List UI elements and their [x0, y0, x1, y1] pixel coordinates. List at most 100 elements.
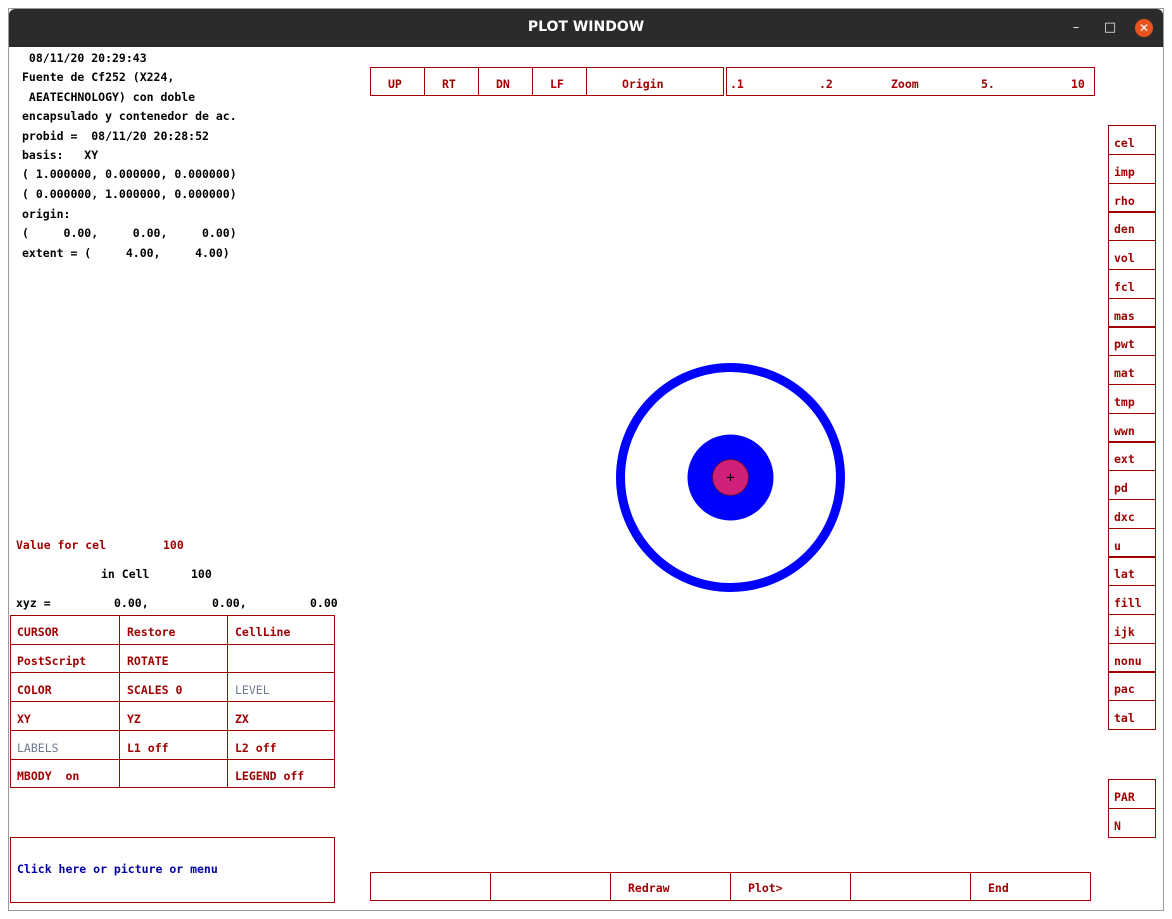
info-timestamp: 08/11/20 20:29:43 [22, 51, 147, 65]
empty-menu-cell-2[interactable] [119, 759, 228, 788]
side-button-lat[interactable]: lat [1108, 556, 1156, 587]
bottom-empty-button-2[interactable] [490, 872, 611, 901]
zoom-value-5: 5. [981, 77, 995, 91]
end-button[interactable]: End [970, 872, 1091, 901]
info-origin-label: origin: [22, 207, 71, 221]
side-button-imp[interactable]: imp [1108, 153, 1156, 184]
pan-right-button[interactable]: RT [424, 67, 479, 96]
side-button-vol[interactable]: vol [1108, 240, 1156, 270]
color-button-label: COLOR [17, 683, 52, 697]
info-origin-value: ( 0.00, 0.00, 0.00) [22, 226, 237, 240]
maximize-icon[interactable]: □ [1101, 19, 1119, 37]
scales-button-label: SCALES 0 [127, 683, 183, 697]
pan-right-label: RT [442, 77, 456, 91]
zoom-value-0-1: .1 [730, 77, 744, 91]
yz-button[interactable]: YZ [119, 701, 228, 731]
cellline-button[interactable]: CellLine [227, 615, 335, 645]
bottom-empty-button-3[interactable] [850, 872, 971, 901]
mbody-button-label: MBODY on [17, 769, 80, 783]
side-button-den[interactable]: den [1108, 211, 1156, 242]
in-cell-number: 100 [191, 567, 212, 581]
zoom-value-10: 10 [1071, 77, 1085, 91]
zoom-bar[interactable]: .1 .2 Zoom 5. 10 [726, 67, 1095, 96]
side-button-nonu[interactable]: nonu [1108, 642, 1156, 673]
side-button-label: lat [1114, 567, 1135, 582]
l2-button[interactable]: L2 off [227, 730, 335, 760]
restore-button[interactable]: Restore [119, 615, 228, 645]
color-button[interactable]: COLOR [10, 672, 120, 702]
side-button-par[interactable]: PAR [1108, 779, 1156, 809]
pan-left-label: LF [550, 77, 564, 91]
mbody-button[interactable]: MBODY on [10, 759, 120, 788]
pan-up-button[interactable]: UP [370, 67, 425, 96]
side-button-pd[interactable]: pd [1108, 470, 1156, 500]
zoom-value-0-2: .2 [819, 77, 833, 91]
l2-button-label: L2 off [235, 741, 277, 755]
side-button-pwt[interactable]: pwt [1108, 326, 1156, 357]
legend-button-label: LEGEND off [235, 769, 305, 783]
labels-button[interactable]: LABELS [10, 730, 120, 760]
value-number: 100 [163, 538, 184, 552]
side-button-tal[interactable]: tal [1108, 700, 1156, 730]
side-button-label: tal [1114, 711, 1135, 725]
l1-button[interactable]: L1 off [119, 730, 228, 760]
side-button-label: den [1114, 222, 1135, 237]
side-button-dxc[interactable]: dxc [1108, 498, 1156, 529]
legend-button[interactable]: LEGEND off [227, 759, 335, 788]
zx-button[interactable]: ZX [227, 701, 335, 731]
crosshair-icon: + [726, 470, 734, 486]
in-cell-label: in Cell [101, 567, 150, 581]
side-button-n[interactable]: N [1108, 808, 1156, 838]
side-button-ext[interactable]: ext [1108, 441, 1156, 472]
pan-down-label: DN [496, 77, 510, 91]
redraw-button[interactable]: Redraw [610, 872, 731, 901]
side-button-label: tmp [1114, 394, 1135, 409]
cursor-button[interactable]: CURSOR [10, 615, 120, 645]
bottom-empty-button-1[interactable] [370, 872, 491, 901]
side-button-label: fill [1114, 596, 1142, 610]
yz-button-label: YZ [127, 712, 141, 726]
pan-left-button[interactable]: LF [532, 67, 587, 96]
side-button-tmp[interactable]: tmp [1108, 383, 1156, 414]
geometry-plot[interactable]: + [600, 350, 860, 610]
side-button-label: dxc [1114, 509, 1135, 524]
side-button-wwn[interactable]: wwn [1108, 412, 1156, 443]
scales-button[interactable]: SCALES 0 [119, 672, 228, 702]
side-button-label: pd [1114, 481, 1128, 495]
side-button-u[interactable]: u [1108, 527, 1156, 558]
side-button-cel[interactable]: cel [1108, 125, 1156, 155]
xyz-x: 0.00, [114, 596, 149, 610]
empty-menu-cell-1[interactable] [227, 644, 335, 673]
info-probid: probid = 08/11/20 20:28:52 [22, 129, 209, 143]
info-basis-vector-1: ( 1.000000, 0.000000, 0.000000) [22, 167, 237, 181]
info-title-line-2: AEATECHNOLOGY) con doble [22, 90, 196, 104]
side-button-rho[interactable]: rho [1108, 182, 1156, 213]
xyz-y: 0.00, [212, 596, 247, 610]
plot-label: Plot> [748, 881, 783, 895]
side-button-label: cel [1114, 136, 1135, 150]
labels-button-label: LABELS [17, 741, 59, 755]
side-button-label: N [1114, 819, 1121, 833]
prompt-box[interactable]: Click here or picture or menu [10, 837, 335, 903]
side-button-label: mas [1114, 308, 1135, 323]
minimize-icon[interactable]: – [1067, 19, 1085, 37]
side-button-label: nonu [1114, 653, 1142, 668]
origin-button[interactable]: Origin [586, 67, 724, 96]
side-button-fcl[interactable]: fcl [1108, 268, 1156, 299]
level-button[interactable]: LEVEL [227, 672, 335, 702]
close-icon[interactable]: ✕ [1135, 19, 1153, 37]
postscript-button[interactable]: PostScript [10, 644, 120, 673]
xy-button[interactable]: XY [10, 701, 120, 731]
end-label: End [988, 881, 1009, 895]
cellline-button-label: CellLine [235, 625, 291, 639]
side-button-ijk[interactable]: ijk [1108, 613, 1156, 644]
side-button-mas[interactable]: mas [1108, 297, 1156, 328]
side-button-pac[interactable]: pac [1108, 671, 1156, 702]
side-button-mat[interactable]: mat [1108, 355, 1156, 385]
rotate-button[interactable]: ROTATE [119, 644, 228, 673]
info-title-line-3: encapsulado y contenedor de ac. [22, 109, 237, 123]
pan-down-button[interactable]: DN [478, 67, 533, 96]
plot-button[interactable]: Plot> [730, 872, 851, 901]
side-button-fill[interactable]: fill [1108, 585, 1156, 615]
info-basis-vector-2: ( 0.000000, 1.000000, 0.000000) [22, 187, 237, 201]
